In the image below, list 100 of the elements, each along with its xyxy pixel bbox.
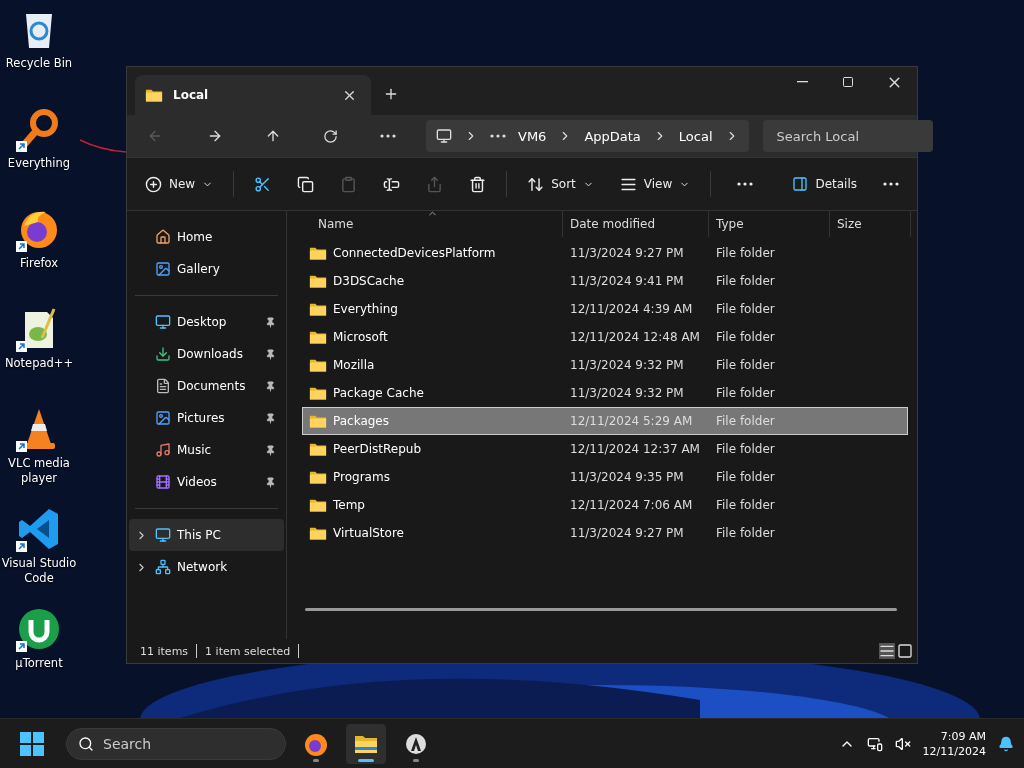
selection-count: 1 item selected: [205, 644, 291, 658]
sidebar-item[interactable]: Documents: [129, 370, 284, 402]
new-button[interactable]: New: [139, 171, 220, 197]
folder-icon: [309, 245, 327, 261]
scrollbar[interactable]: [305, 608, 897, 611]
start-button[interactable]: [20, 731, 44, 756]
sidebar-item[interactable]: This PC: [129, 519, 284, 551]
details-button[interactable]: Details: [786, 172, 863, 196]
folder-icon: [309, 385, 327, 401]
more-icon: [883, 182, 899, 186]
sidebar-label: This PC: [177, 528, 222, 542]
sidebar-label: Home: [177, 230, 214, 244]
taskbar-app[interactable]: [346, 723, 386, 764]
sidebar-item[interactable]: Home: [129, 221, 284, 253]
desktop-shortcut[interactable]: Recycle Bin: [0, 4, 78, 104]
sidebar-label: Music: [177, 443, 213, 457]
more-icon: [490, 134, 506, 138]
address-bar[interactable]: VM6 AppData Local: [426, 120, 749, 152]
type-cell-text: File folder: [715, 246, 776, 260]
refresh-icon: [323, 128, 338, 144]
paste-icon: [340, 175, 358, 193]
downloads-icon: [155, 346, 171, 362]
home-icon: [155, 229, 171, 245]
date-cell-text: 12/11/2024 12:48 AM: [569, 330, 701, 344]
desktop-shortcut[interactable]: Notepad++: [0, 304, 78, 404]
plus-icon: [383, 86, 399, 102]
file-row[interactable]: Everything 12/11/2024 4:39 AM File folder: [302, 295, 908, 323]
shortcut-arrow-icon: [16, 241, 27, 252]
desktop-shortcut[interactable]: Firefox: [0, 204, 78, 304]
date-cell-text: 12/11/2024 7:06 AM: [569, 498, 694, 512]
desktop-shortcut[interactable]: µTorrent: [0, 604, 78, 704]
cut-icon: [254, 175, 272, 193]
sidebar-label: Network: [177, 560, 229, 574]
copy-icon: [297, 175, 315, 193]
folder-icon: [309, 357, 327, 373]
tiles-view-icon[interactable]: [897, 643, 913, 659]
videos-icon: [155, 474, 171, 490]
file-name: Everything: [303, 301, 564, 317]
notification-icon[interactable]: [998, 735, 1014, 752]
sidebar-item[interactable]: Network: [129, 551, 284, 583]
sort-button[interactable]: Sort: [521, 171, 600, 197]
breadcrumb[interactable]: AppData: [584, 128, 641, 144]
breadcrumb[interactable]: Local: [678, 128, 713, 144]
view-button[interactable]: View: [613, 171, 697, 197]
type-cell-text: File folder: [715, 302, 776, 316]
sidebar-item[interactable]: Videos: [129, 466, 284, 498]
desktop-icon-label: Everything: [6, 156, 72, 171]
file-name: VirtualStore: [303, 525, 564, 541]
network-icon: [155, 559, 171, 575]
clock[interactable]: 7:09 AM 12/11/2024: [922, 728, 986, 759]
desktop-shortcut[interactable]: Everything: [0, 104, 78, 204]
folder-icon: [145, 87, 163, 103]
tab[interactable]: Local: [135, 75, 371, 115]
monitor-icon: [436, 128, 452, 144]
file-row[interactable]: Package Cache 11/3/2024 9:32 PM File folder: [302, 379, 908, 407]
details-pane-icon: [792, 176, 809, 192]
file-row[interactable]: Mozilla 11/3/2024 9:32 PM File folder: [302, 351, 908, 379]
shortcut-arrow-icon: [16, 441, 27, 452]
sidebar-item[interactable]: Pictures: [129, 402, 284, 434]
folder-icon: [309, 469, 327, 485]
column-header[interactable]: Type: [709, 211, 830, 237]
more-icon: [737, 182, 754, 186]
pc-icon: [155, 527, 171, 543]
file-row[interactable]: Microsoft 12/11/2024 12:48 AM File folder: [302, 323, 908, 351]
sidebar-item[interactable]: Desktop: [129, 306, 284, 338]
volume-muted-icon[interactable]: [894, 735, 911, 752]
sidebar-item[interactable]: Downloads: [129, 338, 284, 370]
file-row[interactable]: Programs 11/3/2024 9:35 PM File folder: [302, 463, 908, 491]
column-header[interactable]: Name: [287, 211, 563, 237]
shortcut-arrow-icon: [16, 641, 27, 652]
sort-icon: [527, 175, 545, 193]
pin-icon: [265, 444, 276, 456]
desktop-shortcut[interactable]: VLC media player: [0, 404, 78, 504]
pin-icon: [265, 348, 276, 360]
column-header[interactable]: Size: [830, 211, 911, 237]
file-name: Microsoft: [303, 329, 564, 345]
sidebar-item[interactable]: Music: [129, 434, 284, 466]
file-row[interactable]: D3DSCache 11/3/2024 9:41 PM File folder: [302, 267, 908, 295]
file-row[interactable]: PeerDistRepub 12/11/2024 12:37 AM File folder: [302, 435, 908, 463]
file-row[interactable]: VirtualStore 11/3/2024 9:27 PM File folder: [302, 519, 908, 547]
file-row[interactable]: ConnectedDevicesPlatform 11/3/2024 9:27 PM File folder: [302, 239, 908, 267]
item-count: 11 items: [140, 644, 189, 658]
shortcut-arrow-icon: [16, 341, 27, 352]
desktop-shortcut[interactable]: Visual Studio Code: [0, 504, 78, 604]
column-header[interactable]: Date modified: [563, 211, 709, 237]
file-row[interactable]: Packages 12/11/2024 5:29 AM File folder: [302, 407, 908, 435]
network-icon[interactable]: [866, 735, 883, 752]
music-icon: [155, 442, 171, 458]
folder-icon: [309, 441, 327, 457]
file-row[interactable]: Temp 12/11/2024 7:06 AM File folder: [302, 491, 908, 519]
date-text: 12/11/2024: [922, 743, 986, 759]
folder-icon: [309, 273, 327, 289]
taskbar-search-field[interactable]: Search: [66, 727, 286, 760]
breadcrumb[interactable]: VM6: [518, 128, 547, 144]
search-field[interactable]: Search Local: [762, 120, 933, 152]
sidebar-item[interactable]: Gallery: [129, 253, 284, 285]
details-view-icon[interactable]: [879, 643, 895, 659]
sidebar-label: Videos: [177, 475, 218, 489]
sidebar-label: Gallery: [177, 262, 221, 276]
type-cell-text: File folder: [715, 526, 776, 540]
